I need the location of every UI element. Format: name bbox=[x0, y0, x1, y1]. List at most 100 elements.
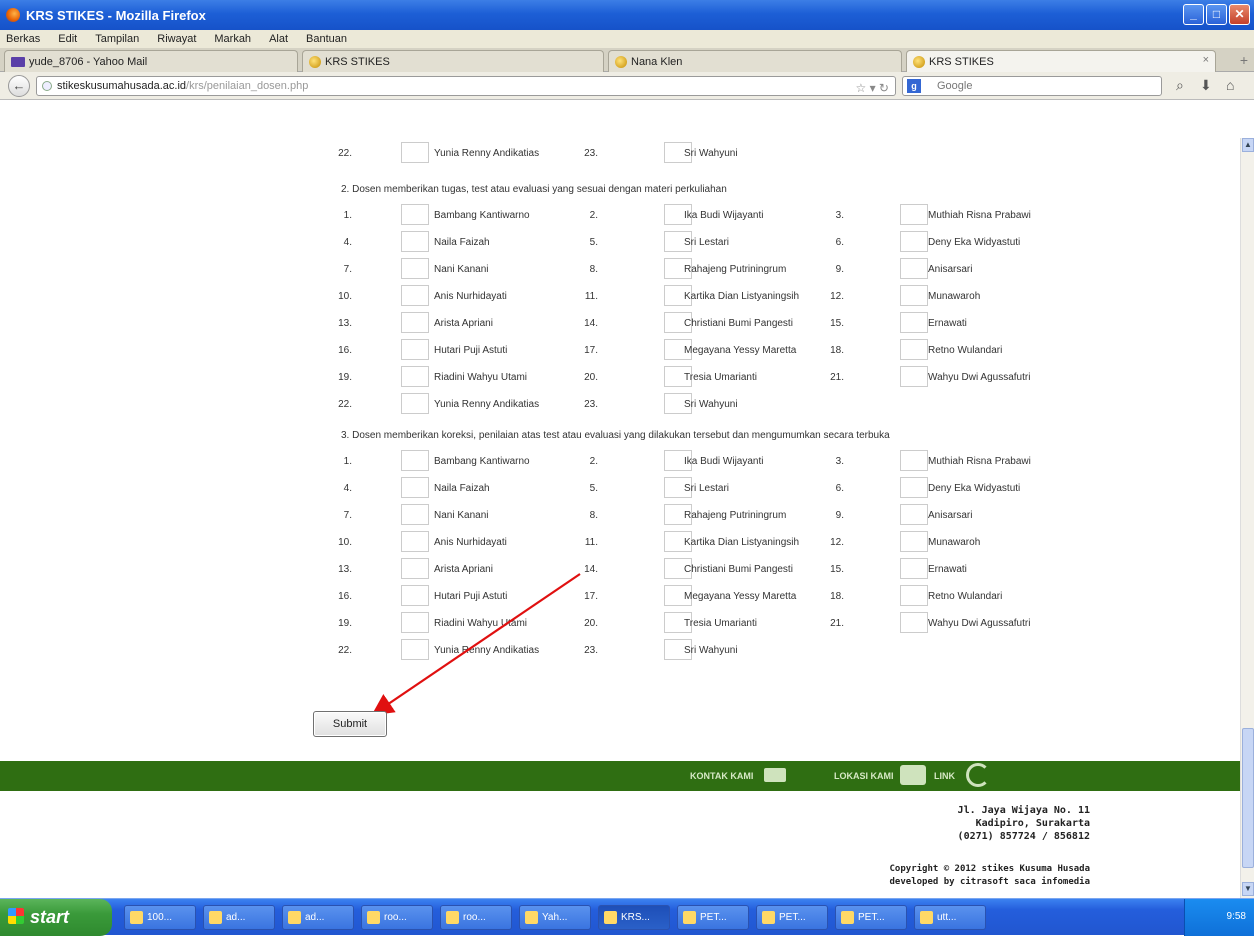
lecturer-name: Ika Budi Wijayanti bbox=[684, 456, 764, 467]
rating-input[interactable] bbox=[401, 585, 429, 606]
rating-input[interactable] bbox=[900, 231, 928, 252]
lecturer-number: 13. bbox=[338, 564, 352, 575]
tab-krs-stikes-1[interactable]: KRS STIKES bbox=[302, 50, 604, 72]
rating-input[interactable] bbox=[401, 204, 429, 225]
start-button[interactable]: start bbox=[0, 899, 112, 936]
rating-input[interactable] bbox=[401, 504, 429, 525]
close-window-button[interactable]: ✕ bbox=[1229, 4, 1250, 25]
lecturer-row: 22. Yunia Renny Andikatias 23. Sri Wahyuni bbox=[0, 639, 1240, 661]
menu-bantuan[interactable]: Bantuan bbox=[306, 33, 347, 45]
firefox-icon bbox=[6, 8, 20, 22]
location-link[interactable]: LOKASI KAMI bbox=[834, 771, 894, 781]
taskbar-item[interactable]: roo... bbox=[361, 905, 433, 930]
menu-edit[interactable]: Edit bbox=[58, 33, 77, 45]
tab-nana-klen[interactable]: Nana Klen bbox=[608, 50, 902, 72]
lecturer-row: 22. Yunia Renny Andikatias 23. Sri Wahyuni bbox=[0, 142, 1240, 164]
rating-input[interactable] bbox=[401, 639, 429, 660]
rating-input[interactable] bbox=[900, 258, 928, 279]
lecturer-name: Bambang Kantiwarno bbox=[434, 456, 530, 467]
taskbar-item[interactable]: utt... bbox=[914, 905, 986, 930]
tab-yahoo-mail[interactable]: yude_8706 - Yahoo Mail bbox=[4, 50, 298, 72]
taskbar-item[interactable]: ad... bbox=[282, 905, 354, 930]
lecturer-row: 19. Riadini Wahyu Utami 20. Tresia Umariant… bbox=[0, 612, 1240, 634]
rating-input[interactable] bbox=[401, 612, 429, 633]
tab-krs-stikes-active[interactable]: KRS STIKES × bbox=[906, 50, 1216, 72]
recycle-icon[interactable] bbox=[966, 763, 990, 787]
taskbar-item[interactable]: PET... bbox=[835, 905, 907, 930]
rating-input[interactable] bbox=[401, 366, 429, 387]
page-scrollbar[interactable]: ▲ ▼ bbox=[1240, 138, 1254, 898]
maximize-button[interactable]: □ bbox=[1206, 4, 1227, 25]
lecturer-number: 22. bbox=[338, 645, 352, 656]
menu-riwayat[interactable]: Riwayat bbox=[157, 33, 196, 45]
search-placeholder: Google bbox=[937, 80, 973, 92]
rating-input[interactable] bbox=[900, 585, 928, 606]
map-icon[interactable] bbox=[900, 765, 926, 785]
lecturer-name: Sri Wahyuni bbox=[684, 148, 738, 159]
taskbar-item[interactable]: KRS... bbox=[598, 905, 670, 930]
rating-input[interactable] bbox=[401, 531, 429, 552]
link-link[interactable]: LINK bbox=[934, 771, 955, 781]
rating-input[interactable] bbox=[401, 393, 429, 414]
menu-markah[interactable]: Markah bbox=[214, 33, 251, 45]
rating-input[interactable] bbox=[401, 477, 429, 498]
contact-link[interactable]: KONTAK KAMI bbox=[690, 771, 753, 781]
search-magnifier-icon[interactable]: ⌕ bbox=[1176, 77, 1184, 94]
rating-input[interactable] bbox=[900, 339, 928, 360]
rating-input[interactable] bbox=[401, 339, 429, 360]
lecturer-number: 1. bbox=[343, 210, 352, 221]
menu-berkas[interactable]: Berkas bbox=[6, 33, 40, 45]
rating-input[interactable] bbox=[900, 366, 928, 387]
site-identity-icon[interactable] bbox=[42, 81, 52, 91]
rating-input[interactable] bbox=[401, 231, 429, 252]
taskbar-item[interactable]: 100... bbox=[124, 905, 196, 930]
rating-input[interactable] bbox=[900, 312, 928, 333]
rating-input[interactable] bbox=[900, 450, 928, 471]
taskbar-item[interactable]: PET... bbox=[756, 905, 828, 930]
system-tray: 9:58 bbox=[1184, 899, 1254, 936]
rating-input[interactable] bbox=[900, 558, 928, 579]
navigation-bar: ← stikeskusumahusada.ac.id/krs/penilaian… bbox=[0, 72, 1254, 100]
rating-input[interactable] bbox=[401, 258, 429, 279]
search-input[interactable]: g Google bbox=[902, 76, 1162, 96]
rating-input[interactable] bbox=[401, 558, 429, 579]
lecturer-name: Hutari Puji Astuti bbox=[434, 345, 508, 356]
new-tab-icon[interactable]: + bbox=[1240, 52, 1248, 68]
menu-tampilan[interactable]: Tampilan bbox=[95, 33, 139, 45]
close-tab-icon[interactable]: × bbox=[1203, 54, 1209, 66]
footer-nav-bar: KONTAK KAMI LOKASI KAMI LINK bbox=[0, 761, 1240, 791]
rating-input[interactable] bbox=[900, 504, 928, 525]
taskbar-item[interactable]: Yah... bbox=[519, 905, 591, 930]
mail-icon[interactable] bbox=[764, 768, 786, 782]
lecturer-name: Naila Faizah bbox=[434, 483, 490, 494]
taskbar-item[interactable]: roo... bbox=[440, 905, 512, 930]
scroll-thumb[interactable] bbox=[1242, 728, 1254, 868]
submit-button[interactable]: Submit bbox=[313, 711, 387, 737]
menu-alat[interactable]: Alat bbox=[269, 33, 288, 45]
rating-input[interactable] bbox=[401, 285, 429, 306]
bookmark-star-icon[interactable]: ☆ ▾ ↻ bbox=[855, 79, 889, 97]
taskbar-item[interactable]: ad... bbox=[203, 905, 275, 930]
back-button[interactable]: ← bbox=[8, 75, 30, 97]
google-icon[interactable]: g bbox=[907, 79, 921, 93]
rating-input[interactable] bbox=[900, 204, 928, 225]
lecturer-name: Yunia Renny Andikatias bbox=[434, 148, 540, 159]
rating-input[interactable] bbox=[401, 142, 429, 163]
rating-input[interactable] bbox=[900, 612, 928, 633]
lecturer-name: Nani Kanani bbox=[434, 264, 489, 275]
home-icon[interactable]: ⌂ bbox=[1226, 77, 1234, 93]
address-bar[interactable]: stikeskusumahusada.ac.id/krs/penilaian_d… bbox=[36, 76, 896, 96]
lecturer-number: 21. bbox=[830, 372, 844, 383]
rating-input[interactable] bbox=[900, 477, 928, 498]
download-icon[interactable]: ⬇ bbox=[1200, 77, 1212, 94]
rating-input[interactable] bbox=[900, 531, 928, 552]
rating-input[interactable] bbox=[401, 312, 429, 333]
rating-input[interactable] bbox=[401, 450, 429, 471]
lecturer-number: 20. bbox=[584, 372, 598, 383]
scroll-up-icon[interactable]: ▲ bbox=[1242, 138, 1254, 152]
scroll-down-icon[interactable]: ▼ bbox=[1242, 882, 1254, 896]
minimize-button[interactable]: _ bbox=[1183, 4, 1204, 25]
taskbar-item[interactable]: PET... bbox=[677, 905, 749, 930]
rating-input[interactable] bbox=[900, 285, 928, 306]
lecturer-number: 15. bbox=[830, 564, 844, 575]
